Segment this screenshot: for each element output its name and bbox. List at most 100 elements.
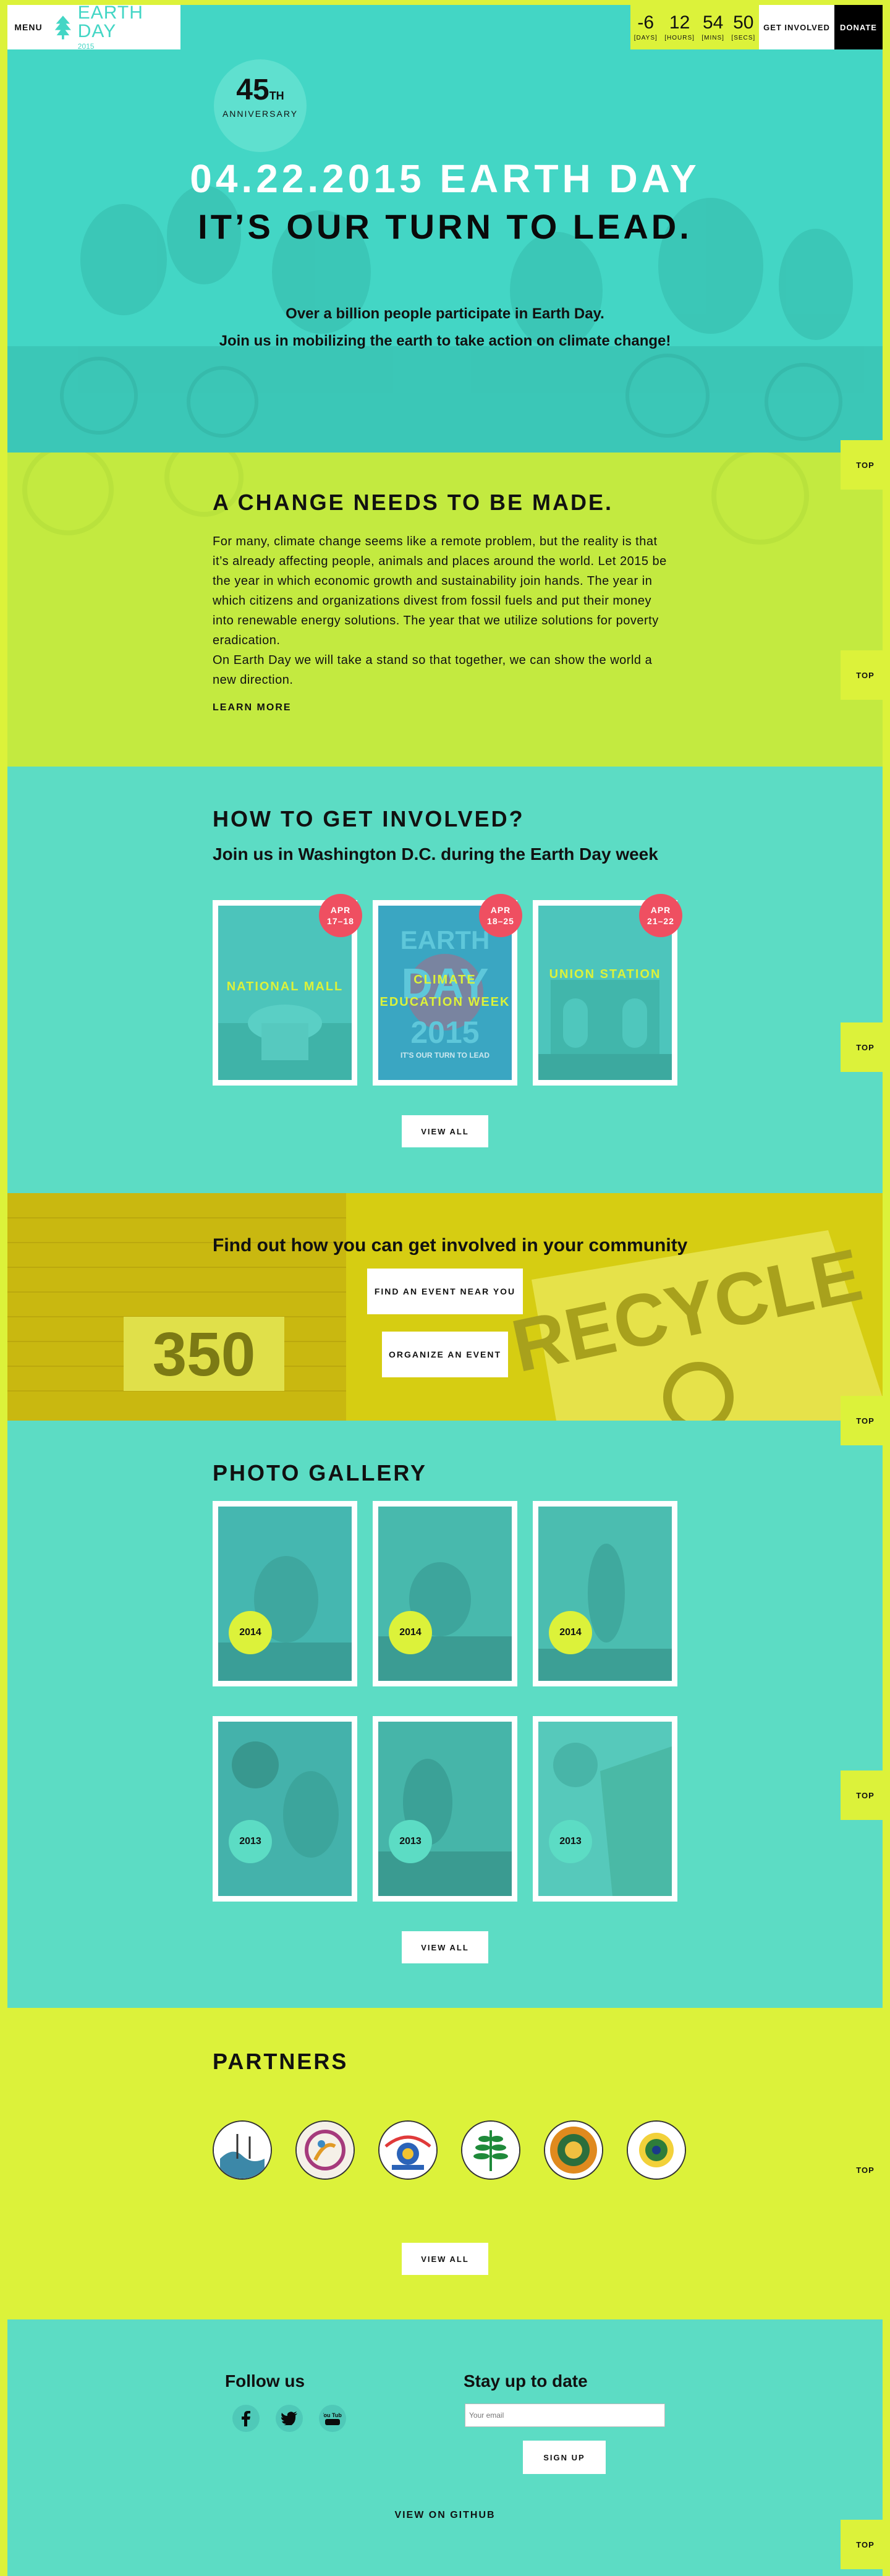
countdown-label: [SECS] <box>731 34 756 41</box>
countdown-mins: 54 [MINS] <box>701 12 724 41</box>
change-paragraph: On Earth Day we will take a stand so tha… <box>213 653 653 687</box>
countdown-days: -6 [DAYS] <box>634 13 658 41</box>
date-month: APR <box>330 905 351 915</box>
partner-logo-3[interactable] <box>378 2120 438 2180</box>
partners-section: PARTNERS VIEW ALL <box>0 2008 890 2319</box>
change-section: A CHANGE NEEDS TO BE MADE. For many, cli… <box>0 453 890 767</box>
event-card-label: CLIMATE EDUCATION WEEK <box>379 972 511 1009</box>
year-badge: 2013 <box>549 1820 592 1863</box>
gallery-photo[interactable]: 2014 <box>373 1501 517 1686</box>
change-title: A CHANGE NEEDS TO BE MADE. <box>213 490 614 515</box>
countdown-value: 12 <box>669 12 690 33</box>
partner-logo-6[interactable] <box>627 2120 686 2180</box>
gallery-photo[interactable]: 2013 <box>213 1716 357 1902</box>
year-badge: 2014 <box>549 1611 592 1654</box>
hero-subtitle-line: Over a billion people participate in Ear… <box>286 305 604 322</box>
gallery-photo[interactable]: 2013 <box>533 1716 677 1902</box>
sign-up-button[interactable]: SIGN UP <box>523 2441 606 2474</box>
countdown-label: [DAYS] <box>634 34 658 41</box>
sign-350-text: 350 <box>153 1320 256 1389</box>
youtube-icon[interactable]: You Tube <box>319 2405 346 2432</box>
year-badge: 2014 <box>389 1611 432 1654</box>
find-event-button[interactable]: FIND AN EVENT NEAR YOU <box>367 1269 523 1314</box>
gallery-photo-image <box>218 1507 352 1681</box>
community-section: 350 RECYCLE Find out how you can get inv… <box>0 1193 890 1421</box>
event-card-label: NATIONAL MALL <box>226 979 344 993</box>
date-badge: APR 21–22 <box>639 894 682 937</box>
event-card-climate-education-week[interactable]: EARTH DAY 2015 IT'S OUR TURN TO LEAD CLI… <box>373 894 522 1086</box>
twitter-icon[interactable] <box>276 2405 303 2432</box>
countdown-label: [HOURS] <box>664 34 695 41</box>
countdown-value: 54 <box>702 12 724 33</box>
back-to-top-button[interactable]: TOP <box>841 440 890 490</box>
countdown-secs: 50 [SECS] <box>731 13 756 41</box>
logo-year: 2015 <box>77 42 95 51</box>
poster-text: 2015 <box>410 1015 479 1050</box>
poster-tagline: IT'S OUR TURN TO LEAD <box>400 1051 490 1060</box>
hero-subtitle-line: Join us in mobilizing the earth to take … <box>219 333 671 349</box>
date-days: 17–18 <box>327 916 354 926</box>
donate-button[interactable]: DONATE <box>834 5 883 49</box>
gallery-photo-image <box>378 1507 512 1681</box>
date-badge: APR 17–18 <box>319 894 362 937</box>
earth-day-logo[interactable]: EARTH DAY 2015 <box>49 2 180 51</box>
date-month: APR <box>490 905 511 915</box>
year-badge: 2014 <box>229 1611 272 1654</box>
gallery-photo[interactable]: 2014 <box>213 1501 357 1686</box>
partner-logo-5[interactable] <box>544 2120 603 2180</box>
involved-subtitle: Join us in Washington D.C. during the Ea… <box>213 844 658 864</box>
date-days: 21–22 <box>647 916 674 926</box>
get-involved-section: HOW TO GET INVOLVED? Join us in Washingt… <box>0 767 890 1193</box>
learn-more-link[interactable]: LEARN MORE <box>213 702 292 713</box>
year-badge: 2013 <box>389 1820 432 1863</box>
year-badge: 2013 <box>229 1820 272 1863</box>
partner-logo-2[interactable] <box>295 2120 355 2180</box>
event-card-union-station[interactable]: UNION STATION APR 21–22 <box>533 894 682 1086</box>
gallery-photo[interactable]: 2014 <box>533 1501 677 1686</box>
anniversary-suffix: TH <box>269 90 284 102</box>
logo-title: EARTH DAY <box>77 2 143 41</box>
organize-event-button[interactable]: ORGANIZE AN EVENT <box>382 1332 508 1377</box>
date-month: APR <box>650 905 671 915</box>
change-body: For many, climate change seems like a re… <box>213 532 670 690</box>
view-all-events-button[interactable]: VIEW ALL <box>402 1115 488 1147</box>
menu-button[interactable]: MENU <box>7 5 49 49</box>
back-to-top-button[interactable]: TOP <box>841 1022 890 1072</box>
email-field[interactable] <box>465 2404 665 2427</box>
partners-title: PARTNERS <box>213 2049 349 2074</box>
community-title: Find out how you can get involved in you… <box>213 1235 688 1256</box>
gallery-photo-image <box>538 1722 672 1896</box>
hero-subtitle: Over a billion people participate in Ear… <box>0 300 890 355</box>
date-days: 18–25 <box>487 916 514 926</box>
gallery-title: PHOTO GALLERY <box>213 1460 428 1486</box>
view-all-photos-button[interactable]: VIEW ALL <box>402 1931 488 1963</box>
anniversary-badge: 45TH ANNIVERSARY <box>214 59 307 152</box>
event-card-national-mall[interactable]: NATIONAL MALL APR 17–18 <box>213 894 362 1086</box>
facebook-icon[interactable] <box>232 2405 260 2432</box>
tree-logo-icon <box>54 15 71 40</box>
follow-us-title: Follow us <box>225 2371 305 2391</box>
stay-up-to-date-title: Stay up to date <box>464 2371 588 2391</box>
view-on-github-link[interactable]: VIEW ON GITHUB <box>0 2510 890 2521</box>
gallery-photo[interactable]: 2013 <box>373 1716 517 1902</box>
anniversary-label: ANNIVERSARY <box>222 109 299 119</box>
countdown: -6 [DAYS] 12 [HOURS] 54 [MINS] 50 [SECS] <box>630 5 759 49</box>
hero-date-title: 04.22.2015 EARTH DAY <box>190 156 700 201</box>
footer-section: Follow us You Tube Stay up to date SIGN … <box>0 2319 890 2576</box>
back-to-top-button[interactable]: TOP <box>841 2145 890 2195</box>
countdown-label: [MINS] <box>701 34 724 41</box>
hero-section: 45TH ANNIVERSARY 04.22.2015 EARTH DAY IT… <box>0 0 890 453</box>
countdown-hours: 12 [HOURS] <box>664 12 695 41</box>
youtube-icon-text: You Tube <box>323 2412 342 2418</box>
photo-gallery-section: PHOTO GALLERY 2014 2014 2014 2013 2013 2… <box>0 1421 890 2008</box>
back-to-top-button[interactable]: TOP <box>841 650 890 700</box>
involved-title: HOW TO GET INVOLVED? <box>213 806 525 831</box>
get-involved-button[interactable]: GET INVOLVED <box>759 5 834 49</box>
back-to-top-button[interactable]: TOP <box>841 1396 890 1445</box>
back-to-top-button[interactable]: TOP <box>841 1770 890 1820</box>
poster-text: EARTH <box>400 925 490 954</box>
partner-logo-1[interactable] <box>213 2120 272 2180</box>
view-all-partners-button[interactable]: VIEW ALL <box>402 2243 488 2275</box>
back-to-top-button[interactable]: TOP <box>841 2520 890 2569</box>
partner-logo-4[interactable] <box>461 2120 520 2180</box>
